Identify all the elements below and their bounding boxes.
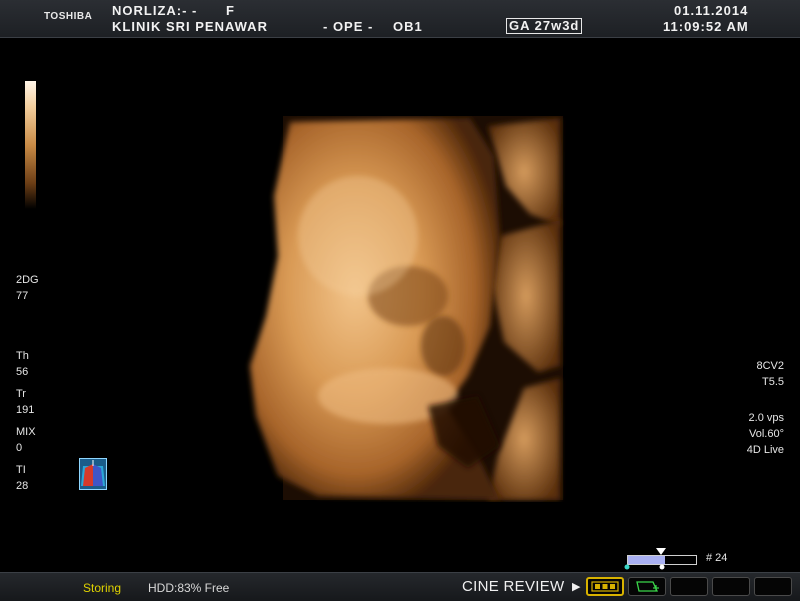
roi-box-icon bbox=[636, 581, 659, 592]
film-strip-button[interactable] bbox=[586, 577, 624, 596]
param-2dg: 2DG 77 bbox=[16, 272, 39, 304]
empty-slot-button-3[interactable] bbox=[754, 577, 792, 596]
probe-info: 8CV2 T5.5 bbox=[756, 358, 784, 390]
exam-preset: OB1 bbox=[393, 19, 423, 34]
param-label: Tr bbox=[16, 388, 26, 400]
cine-marker-icon[interactable] bbox=[656, 548, 666, 556]
render-mode: 4D Live bbox=[746, 444, 784, 456]
gestational-age: GA 27w3d bbox=[506, 18, 583, 34]
param-value: 28 bbox=[16, 480, 29, 492]
param-value: 0 bbox=[16, 442, 23, 454]
patient-sex: F bbox=[226, 3, 235, 18]
cine-progress-fill bbox=[628, 556, 666, 564]
color-scale-bar bbox=[25, 81, 36, 209]
cine-end-marker-icon bbox=[659, 564, 665, 570]
empty-slot-button-1[interactable] bbox=[670, 577, 708, 596]
institution-name: KLINIK SRI PENAWAR bbox=[112, 19, 268, 34]
play-arrow-icon[interactable]: ▶ bbox=[572, 580, 580, 593]
top-header-bar: TOSHIBA NORLIZA:- - F KLINIK SRI PENAWAR… bbox=[0, 0, 800, 38]
orientation-cube-icon[interactable] bbox=[79, 458, 107, 490]
empty-slot-button-2[interactable] bbox=[712, 577, 750, 596]
volume-rate: 2.0 vps bbox=[748, 412, 784, 424]
param-ti: TI 28 bbox=[16, 462, 28, 494]
probe-t-value: T5.5 bbox=[761, 376, 784, 388]
param-tr: Tr 191 bbox=[16, 386, 34, 418]
param-label: Th bbox=[16, 350, 29, 362]
film-strip-icon bbox=[591, 581, 619, 592]
hdd-status: HDD:83% Free bbox=[148, 581, 230, 595]
param-mix: MIX 0 bbox=[16, 424, 36, 456]
param-value: 77 bbox=[16, 290, 29, 302]
volume-angle: Vol.60° bbox=[749, 428, 784, 440]
param-th: Th 56 bbox=[16, 348, 29, 380]
patient-name: NORLIZA:- - bbox=[112, 3, 198, 18]
exam-date: 01.11.2014 bbox=[674, 3, 749, 18]
cine-frame-count: # 24 bbox=[706, 552, 728, 564]
probe-name: 8CV2 bbox=[756, 360, 784, 372]
brand-logo: TOSHIBA bbox=[44, 11, 93, 22]
bottom-status-bar: Storing HDD:83% Free CINE REVIEW ▶ bbox=[0, 572, 800, 601]
param-label: TI bbox=[16, 464, 26, 476]
param-label: MIX bbox=[16, 426, 36, 438]
volume-info: 2.0 vps Vol.60° 4D Live bbox=[747, 410, 784, 458]
cine-start-marker-icon bbox=[624, 564, 630, 570]
ultrasound-3d-render[interactable] bbox=[238, 116, 568, 502]
param-label: 2DG bbox=[16, 274, 39, 286]
roi-button[interactable] bbox=[628, 577, 666, 596]
operation-mode: - OPE - bbox=[323, 19, 374, 34]
exam-time: 11:09:52 AM bbox=[663, 19, 749, 34]
param-value: 191 bbox=[16, 404, 35, 416]
cine-review-label[interactable]: CINE REVIEW bbox=[462, 578, 564, 595]
param-value: 56 bbox=[16, 366, 29, 378]
storing-status: Storing bbox=[83, 581, 122, 595]
